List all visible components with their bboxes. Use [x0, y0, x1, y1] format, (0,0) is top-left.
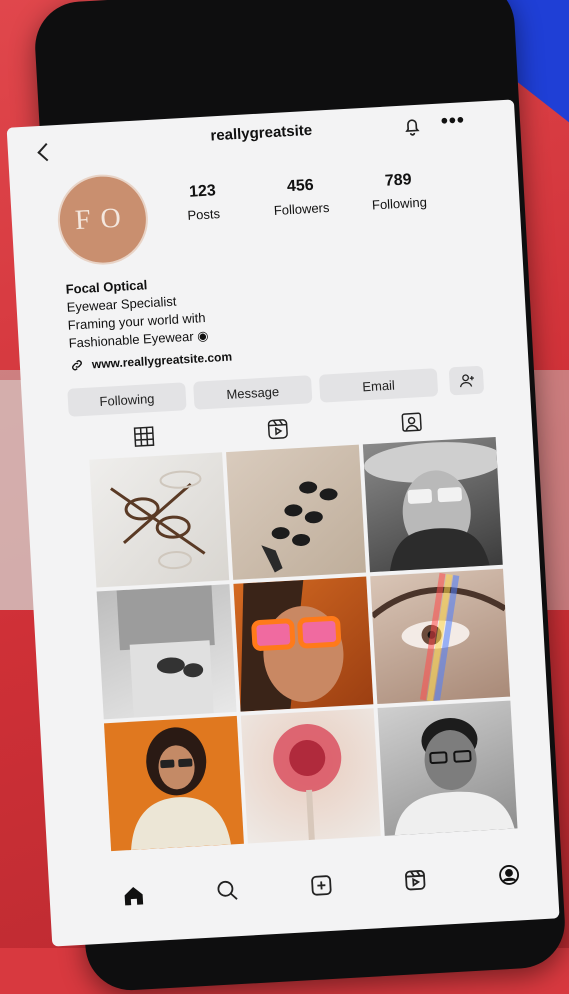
add-user-button[interactable]	[448, 365, 485, 396]
nav-create[interactable]	[307, 871, 337, 901]
post-thumbnail[interactable]	[240, 708, 381, 844]
post-grid	[89, 437, 518, 852]
phone-device: reallygreatsite ••• FO 123 Posts 456 Fol…	[6, 0, 568, 993]
avatar-initials: FO	[74, 202, 132, 237]
reels-nav-icon	[405, 870, 426, 891]
posts-count: 123	[188, 182, 217, 201]
nav-profile[interactable]	[494, 860, 524, 890]
eye-icon: ◉	[196, 327, 209, 344]
post-thumbnail[interactable]	[96, 584, 237, 720]
post-thumbnail[interactable]	[370, 568, 511, 705]
bell-icon[interactable]	[401, 115, 424, 138]
followers-count: 456	[286, 176, 315, 196]
bottom-nav	[48, 842, 559, 946]
red-flower-image	[273, 724, 342, 841]
message-button[interactable]: Message	[193, 375, 313, 410]
profile-icon	[499, 865, 519, 885]
glasses-on-table-image	[110, 470, 206, 570]
woman-in-hat-image	[364, 442, 503, 572]
tagged-icon	[401, 412, 422, 432]
reels-icon	[267, 419, 288, 440]
home-icon	[124, 886, 144, 906]
bw-outfit-image	[116, 585, 215, 718]
tab-tagged[interactable]	[399, 409, 424, 434]
post-thumbnail[interactable]	[377, 700, 518, 836]
eye-closeup-image	[370, 572, 507, 703]
profile-username: reallygreatsite	[210, 121, 313, 145]
man-in-glasses-image	[394, 718, 515, 836]
nav-home[interactable]	[119, 881, 149, 911]
stat-posts[interactable]: 123 Posts	[162, 181, 244, 224]
woman-on-orange-image	[131, 727, 231, 850]
grid-icon	[133, 426, 155, 447]
more-options-icon[interactable]: •••	[440, 109, 465, 132]
following-label: Following	[371, 194, 428, 213]
website-text: www.reallygreatsite.com	[91, 349, 233, 372]
create-icon	[311, 875, 332, 896]
add-user-icon	[459, 374, 474, 388]
nav-reels[interactable]	[400, 865, 430, 895]
email-button[interactable]: Email	[318, 368, 439, 403]
avatar[interactable]: FO	[55, 172, 151, 268]
nav-search[interactable]	[213, 876, 243, 906]
tab-grid[interactable]	[131, 424, 156, 449]
followers-label: Followers	[273, 199, 330, 219]
tab-reels[interactable]	[265, 416, 290, 441]
following-count: 789	[384, 171, 412, 190]
search-icon	[217, 880, 238, 900]
stat-followers[interactable]: 456 Followers	[260, 175, 342, 218]
top-bar: reallygreatsite •••	[7, 99, 517, 171]
woman-orange-glasses-image	[240, 579, 344, 712]
link-icon	[72, 360, 82, 371]
post-thumbnail[interactable]	[362, 437, 503, 573]
website-link[interactable]: www.reallygreatsite.com	[70, 350, 233, 373]
post-thumbnail[interactable]	[103, 715, 244, 852]
post-thumbnail[interactable]	[89, 452, 230, 588]
posts-label: Posts	[187, 206, 221, 223]
sunglasses-on-sand-image	[261, 481, 338, 573]
post-thumbnail[interactable]	[226, 444, 366, 580]
post-thumbnail[interactable]	[233, 576, 374, 712]
following-button[interactable]: Following	[67, 382, 187, 417]
profile-bio: Focal Optical Eyewear Specialist Framing…	[65, 273, 209, 353]
profile-screen: reallygreatsite ••• FO 123 Posts 456 Fol…	[6, 99, 560, 947]
stat-following[interactable]: 789 Following	[358, 170, 440, 213]
